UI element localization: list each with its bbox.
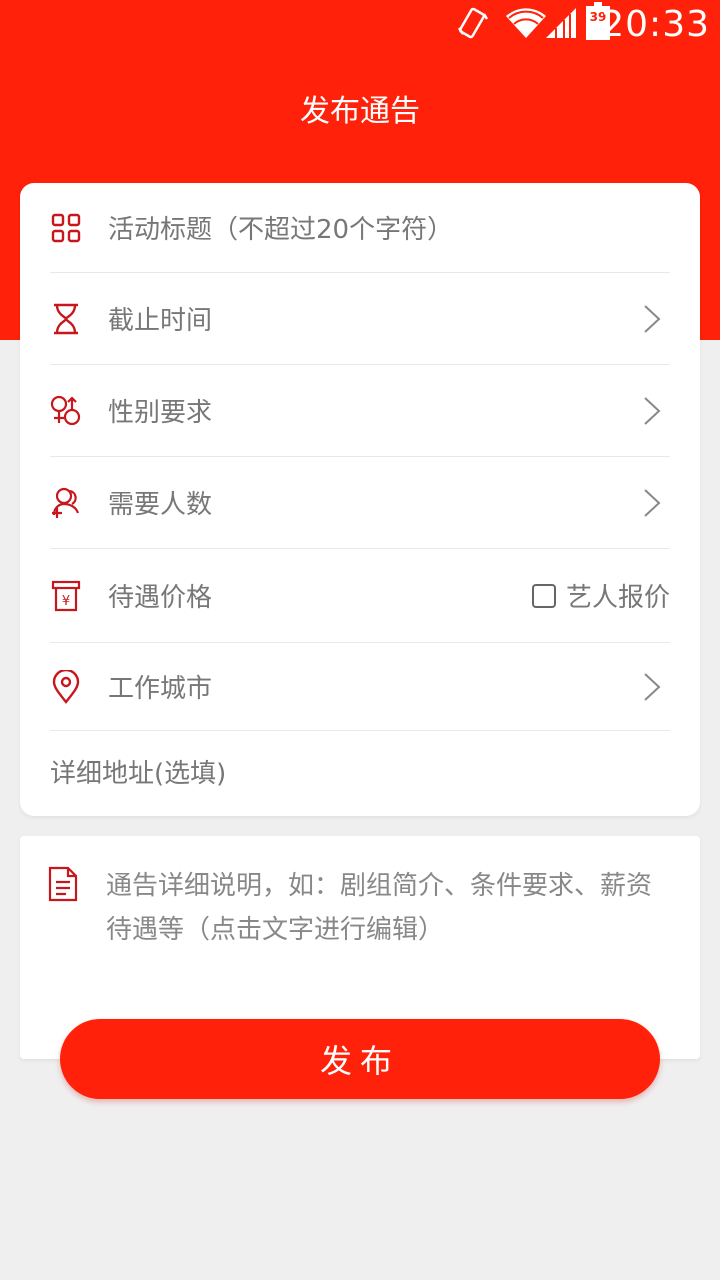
artist-quote-toggle[interactable]: 艺人报价 [531, 577, 670, 614]
activity-title-row[interactable]: 活动标题（不超过20个字符） [50, 183, 670, 273]
svg-text:¥: ¥ [62, 594, 70, 609]
document-icon [48, 866, 78, 906]
artist-quote-label: 艺人报价 [565, 583, 670, 613]
add-people-icon [50, 487, 82, 519]
chevron-right-icon [644, 488, 661, 517]
chevron-right-icon [644, 304, 661, 333]
gender-label: 性别要求 [108, 398, 213, 428]
status-time: 20:33 [601, 4, 710, 45]
address-input[interactable]: 详细地址(选填) [50, 753, 226, 790]
city-row[interactable]: 工作城市 [50, 643, 670, 731]
publish-button[interactable]: 发布 [60, 1019, 660, 1099]
price-label: 待遇价格 [108, 583, 213, 613]
page-title: 发布通告 [300, 94, 420, 129]
wifi-icon [506, 8, 546, 38]
people-count-row[interactable]: 需要人数 [50, 457, 670, 549]
form-card: 活动标题（不超过20个字符） 截止时间 性别要求 需要人数 ¥ 待遇价格 艺人报… [20, 183, 700, 816]
chevron-right-icon [644, 672, 661, 701]
city-label: 工作城市 [108, 674, 213, 704]
status-bar: 39 20:33 [0, 0, 720, 48]
location-pin-icon [50, 669, 82, 704]
deadline-row[interactable]: 截止时间 [50, 273, 670, 365]
address-row[interactable]: 详细地址(选填) [50, 731, 670, 811]
price-row[interactable]: ¥ 待遇价格 艺人报价 [50, 549, 670, 643]
people-count-label: 需要人数 [108, 490, 213, 520]
price-icon: ¥ [50, 580, 82, 612]
deadline-label: 截止时间 [108, 306, 213, 336]
grid-icon [50, 212, 82, 244]
chevron-right-icon [644, 396, 661, 425]
activity-title-label: 活动标题（不超过20个字符） [108, 215, 454, 245]
vibrate-icon [457, 7, 489, 39]
hourglass-icon [50, 303, 82, 335]
description-text[interactable]: 通告详细说明，如：剧组简介、条件要求、薪资待遇等（点击文字进行编辑） [106, 864, 666, 952]
signal-icon [546, 8, 576, 38]
artist-quote-checkbox[interactable] [531, 583, 556, 608]
gender-row[interactable]: 性别要求 [50, 365, 670, 457]
gender-icon [50, 395, 82, 427]
